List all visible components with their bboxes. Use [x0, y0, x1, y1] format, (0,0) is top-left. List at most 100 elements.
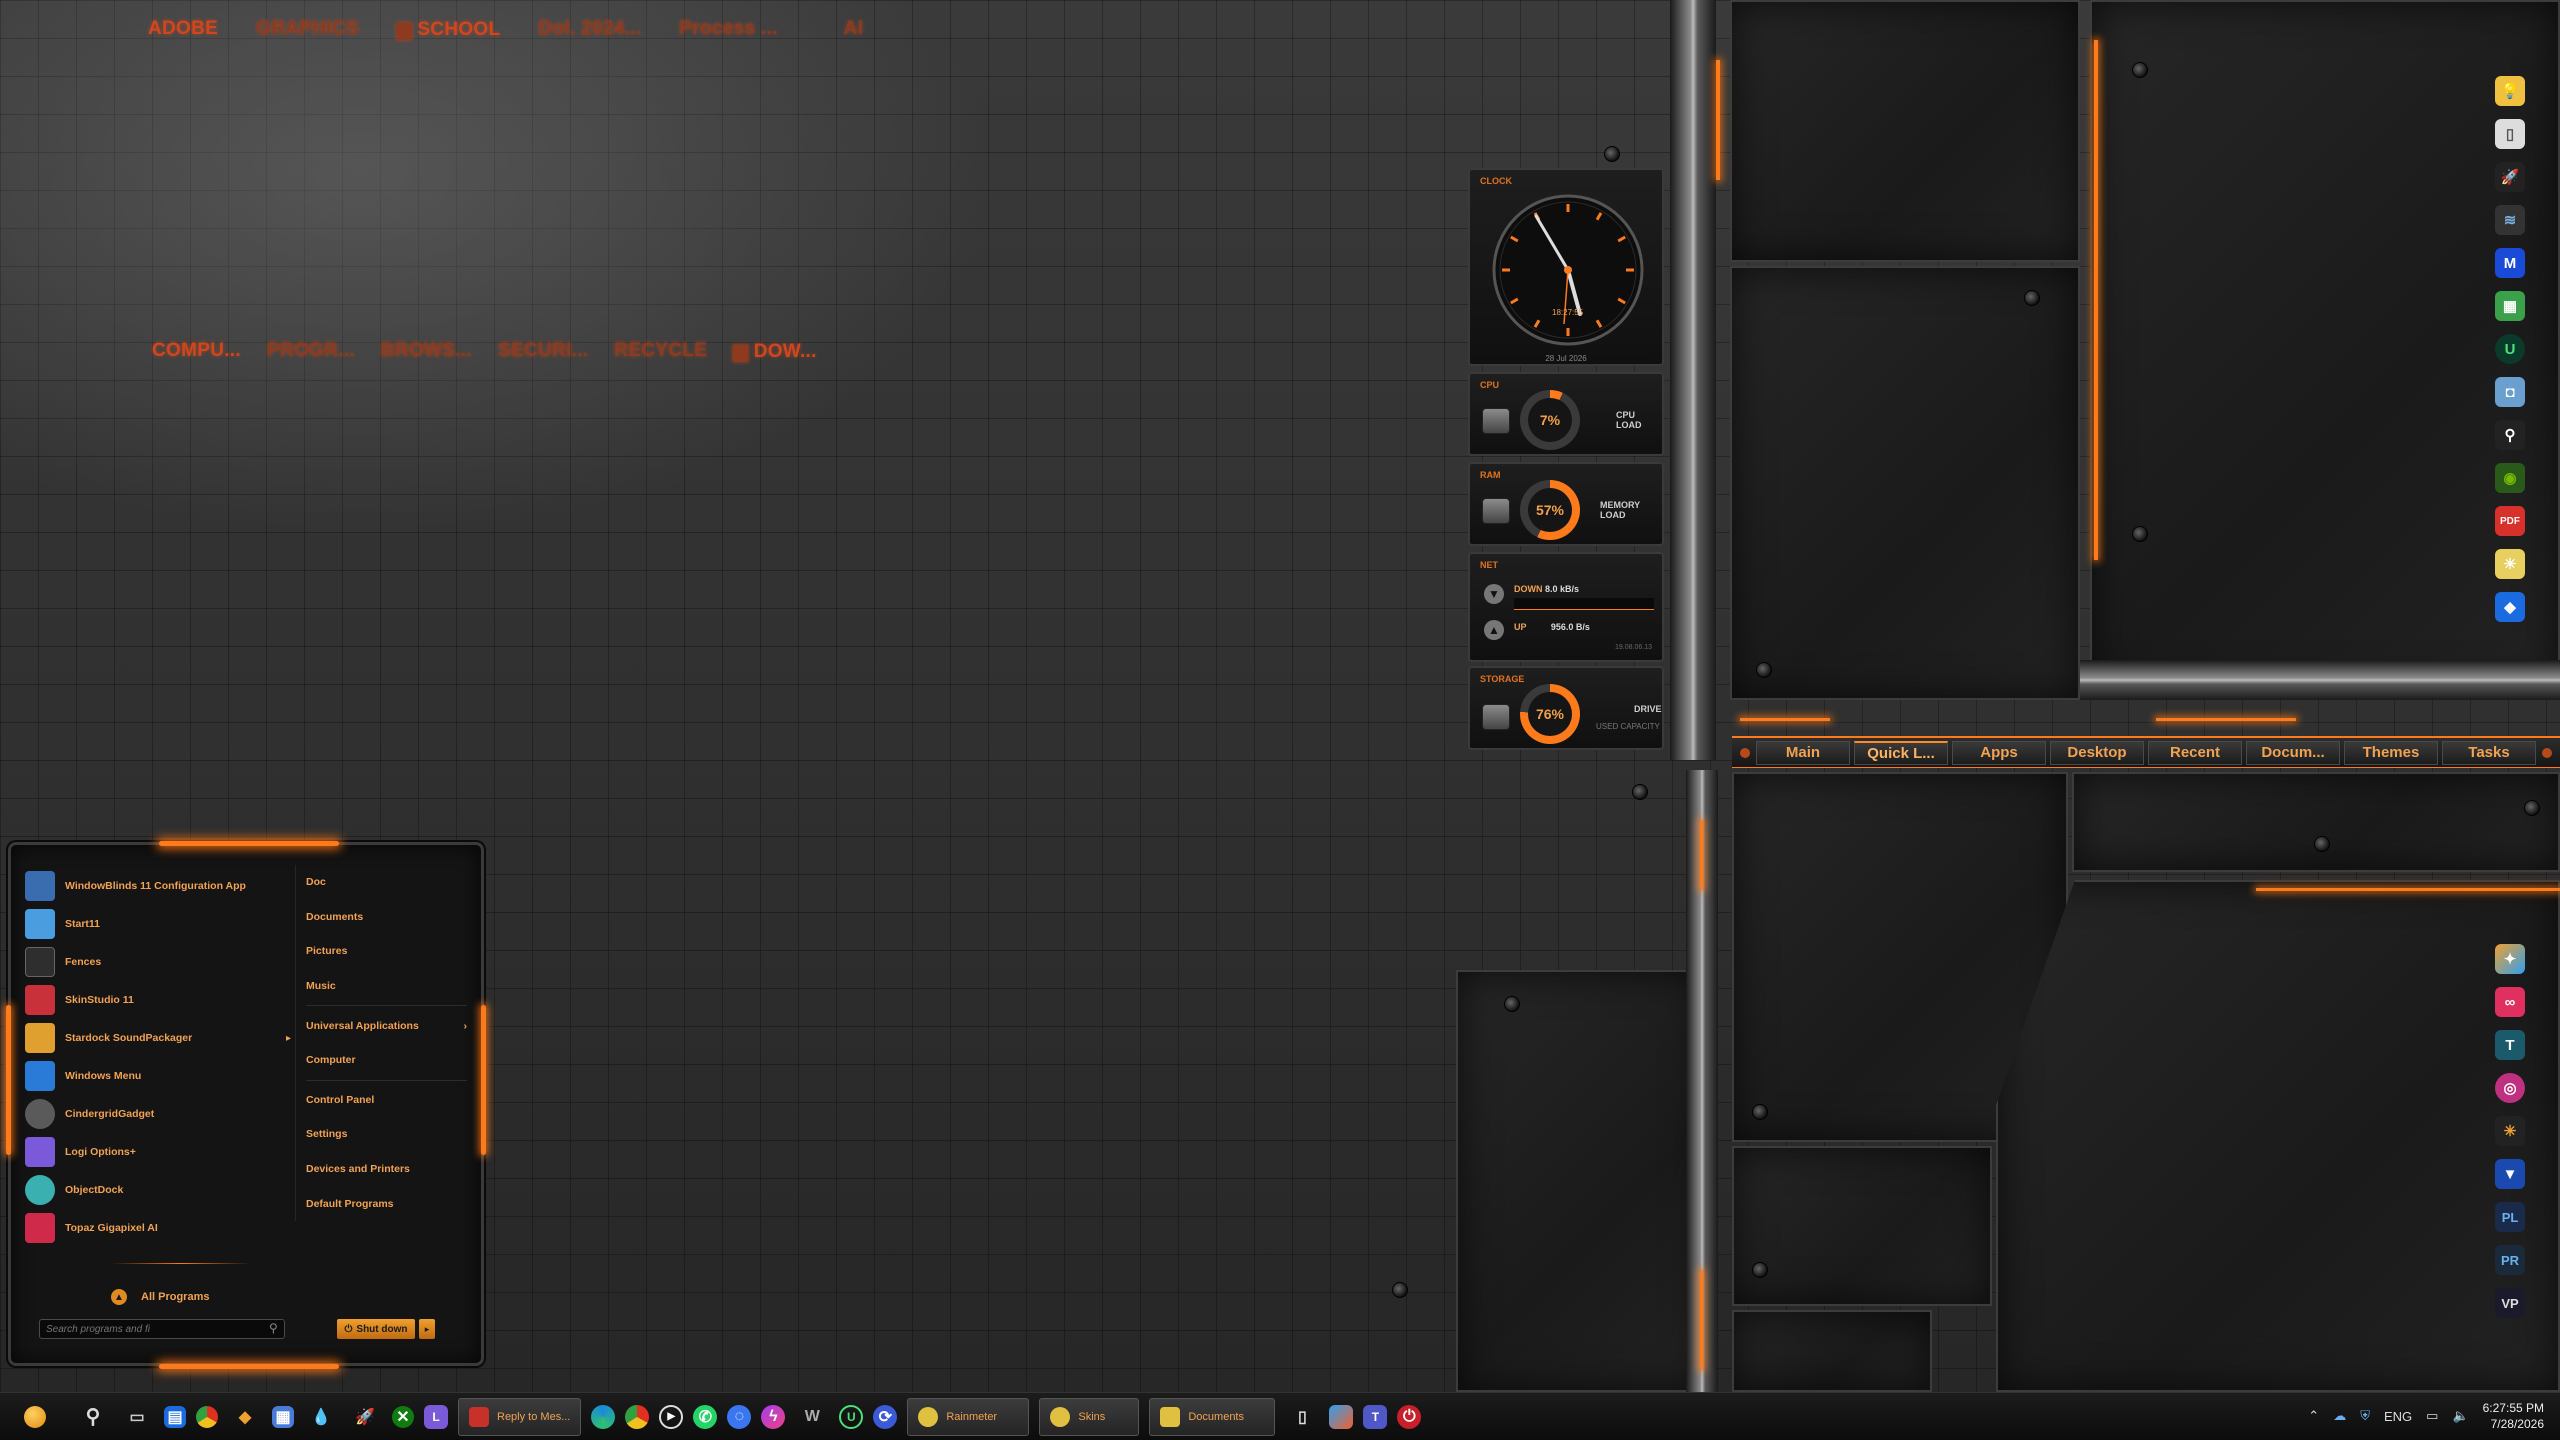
task-view-icon[interactable]: ▭: [120, 1400, 154, 1434]
start-item-objectdock[interactable]: ObjectDock: [25, 1171, 291, 1209]
shield-icon[interactable]: ▼: [2495, 1159, 2525, 1189]
start-link-devices-printers[interactable]: Devices and Printers: [306, 1152, 467, 1187]
fence-label-computer[interactable]: COMPU...: [152, 340, 241, 363]
calendar-app-icon[interactable]: ▦: [272, 1405, 294, 1428]
tab-themes[interactable]: Themes: [2344, 740, 2438, 765]
start-link-documents[interactable]: Documents: [306, 900, 467, 935]
taskbar-clock[interactable]: 6:27:55 PM 7/28/2026: [2483, 1400, 2544, 1432]
chevron-up-icon[interactable]: ⌃: [2308, 1408, 2319, 1424]
start-link-doc[interactable]: Doc: [306, 865, 467, 900]
start-item-soundpackager[interactable]: Stardock SoundPackager ▸: [25, 1019, 291, 1057]
onedrive-icon[interactable]: ☁: [2333, 1408, 2346, 1424]
start-item-cindergrid[interactable]: CindergridGadget: [25, 1095, 291, 1133]
creative-cloud-icon[interactable]: ∞: [2495, 987, 2525, 1017]
malwarebytes-icon[interactable]: M: [2495, 248, 2525, 278]
fence-label-adobe[interactable]: ADOBE: [148, 18, 218, 41]
start-orb-icon[interactable]: [24, 1405, 46, 1428]
spark-icon[interactable]: ✳: [2495, 1116, 2525, 1146]
droplet-icon[interactable]: 💧: [304, 1400, 338, 1434]
volume-icon[interactable]: 🔈: [2452, 1408, 2468, 1424]
diamond-app-icon[interactable]: ◆: [228, 1400, 262, 1434]
logi-icon[interactable]: L: [424, 1404, 448, 1429]
start-link-default-programs[interactable]: Default Programs: [306, 1186, 467, 1221]
copilot-icon[interactable]: [1329, 1404, 1354, 1429]
u-circle-icon[interactable]: U: [2495, 334, 2525, 364]
chrome-canary-icon[interactable]: [196, 1405, 218, 1428]
fence-label-dol[interactable]: Dol. 2024...: [538, 18, 641, 41]
start-item-start11[interactable]: Start11: [25, 905, 291, 943]
tab-tasks[interactable]: Tasks: [2442, 740, 2536, 765]
shutdown-options-button[interactable]: ▸: [419, 1319, 435, 1339]
tab-quick-launch[interactable]: Quick L...: [1854, 740, 1948, 765]
start-item-windows-menu[interactable]: Windows Menu: [25, 1057, 291, 1095]
power-app-icon[interactable]: ⏻: [1397, 1404, 1422, 1429]
tab-documents[interactable]: Docum...: [2246, 740, 2340, 765]
teams-icon[interactable]: T: [1363, 1404, 1388, 1429]
wave-icon[interactable]: ≋: [2495, 205, 2525, 235]
taskbar-task-rainmeter[interactable]: Rainmeter: [907, 1397, 1030, 1436]
start-item-skinstudio[interactable]: SkinStudio 11: [25, 981, 291, 1019]
lightbulb-icon[interactable]: 💡: [2495, 76, 2525, 106]
start-item-logi-options[interactable]: Logi Options+: [25, 1133, 291, 1171]
start-link-control-panel[interactable]: Control Panel: [306, 1083, 467, 1118]
tab-main[interactable]: Main: [1756, 740, 1850, 765]
search-icon[interactable]: ⚲: [76, 1400, 110, 1434]
clock-widget[interactable]: CLOCK 18:27:55 28 Jul 2026: [1468, 168, 1664, 366]
ram-widget[interactable]: RAM 57% MEMORY LOAD: [1468, 462, 1664, 546]
messenger-icon[interactable]: ϟ: [761, 1404, 786, 1429]
edge-icon[interactable]: [591, 1404, 616, 1429]
all-programs-button[interactable]: ▲ All Programs: [111, 1289, 209, 1305]
taskbar-task-skins[interactable]: Skins: [1039, 1397, 1140, 1436]
network-icon[interactable]: ▭: [2426, 1408, 2438, 1424]
cpu-widget[interactable]: CPU 7% CPU LOAD: [1468, 372, 1664, 456]
fence-label-process[interactable]: Process ...: [679, 18, 777, 41]
camera-app-icon[interactable]: ◎: [2495, 1073, 2525, 1103]
t-app-icon[interactable]: T: [2495, 1030, 2525, 1060]
start-search-input[interactable]: [39, 1319, 285, 1339]
drive-icon[interactable]: ◘: [2495, 377, 2525, 407]
start-link-universal-apps[interactable]: Universal Applications ›: [306, 1008, 467, 1043]
taskbar-task-brave[interactable]: Reply to Mes...: [458, 1397, 582, 1436]
chrome-icon[interactable]: [625, 1404, 650, 1429]
notepad-icon[interactable]: ▯: [1285, 1400, 1319, 1434]
start-link-pictures[interactable]: Pictures: [306, 934, 467, 969]
rocket-icon[interactable]: 🚀: [348, 1400, 382, 1434]
tab-apps[interactable]: Apps: [1952, 740, 2046, 765]
pl-app-icon[interactable]: PL: [2495, 1202, 2525, 1232]
start-link-computer[interactable]: Computer: [306, 1043, 467, 1078]
fence-label-programs[interactable]: PROGR...: [267, 340, 355, 363]
document-icon[interactable]: ▯: [2495, 119, 2525, 149]
net-widget[interactable]: NET ▼ DOWN 8.0 kB/s ▲ UP 956.0 B/s 19.08…: [1468, 552, 1664, 662]
media-player-icon[interactable]: ▶: [659, 1404, 684, 1429]
fence-label-browsers[interactable]: BROWS...: [381, 340, 472, 363]
fence-label-security[interactable]: SECURI...: [498, 340, 588, 363]
signal-icon[interactable]: ◌: [727, 1404, 752, 1429]
u-circle-icon[interactable]: U: [839, 1404, 864, 1429]
weather-icon[interactable]: ☀: [2495, 549, 2525, 579]
start-item-fences[interactable]: Fences: [25, 943, 291, 981]
shutdown-button[interactable]: ⏻ Shut down: [337, 1319, 415, 1339]
colorful-app-icon[interactable]: ✦: [2495, 944, 2525, 974]
pr-app-icon[interactable]: PR: [2495, 1245, 2525, 1275]
shop-icon[interactable]: ▦: [2495, 291, 2525, 321]
dropbox-icon[interactable]: ◆: [2495, 592, 2525, 622]
language-indicator[interactable]: ENG: [2384, 1409, 2412, 1424]
defender-icon[interactable]: ⛨: [2360, 1408, 2370, 1424]
xbox-icon[interactable]: ✕: [392, 1405, 414, 1428]
file-explorer-icon[interactable]: ▤: [164, 1405, 186, 1428]
start-link-music[interactable]: Music: [306, 969, 467, 1004]
fence-label-school[interactable]: ▆ SCHOOL: [397, 18, 501, 41]
fence-label-graphics[interactable]: GRAPHICS: [256, 18, 359, 41]
vp-app-icon[interactable]: VP: [2495, 1288, 2525, 1318]
taskbar-task-documents[interactable]: Documents: [1149, 1397, 1276, 1436]
storage-widget[interactable]: STORAGE 76% DRIVE USED CAPACITY: [1468, 666, 1664, 750]
pdf-icon[interactable]: PDF: [2495, 506, 2525, 536]
start-item-topaz[interactable]: Topaz Gigapixel AI: [25, 1209, 291, 1247]
fence-label-recycle[interactable]: RECYCLE: [614, 340, 707, 363]
rocket-icon[interactable]: 🚀: [2495, 162, 2525, 192]
tab-desktop[interactable]: Desktop: [2050, 740, 2144, 765]
fence-label-downloads[interactable]: ▆ DOW...: [733, 340, 817, 363]
tab-recent[interactable]: Recent: [2148, 740, 2242, 765]
magnifier-icon[interactable]: ⚲: [2495, 420, 2525, 450]
sync-app-icon[interactable]: ⟳: [873, 1404, 898, 1429]
